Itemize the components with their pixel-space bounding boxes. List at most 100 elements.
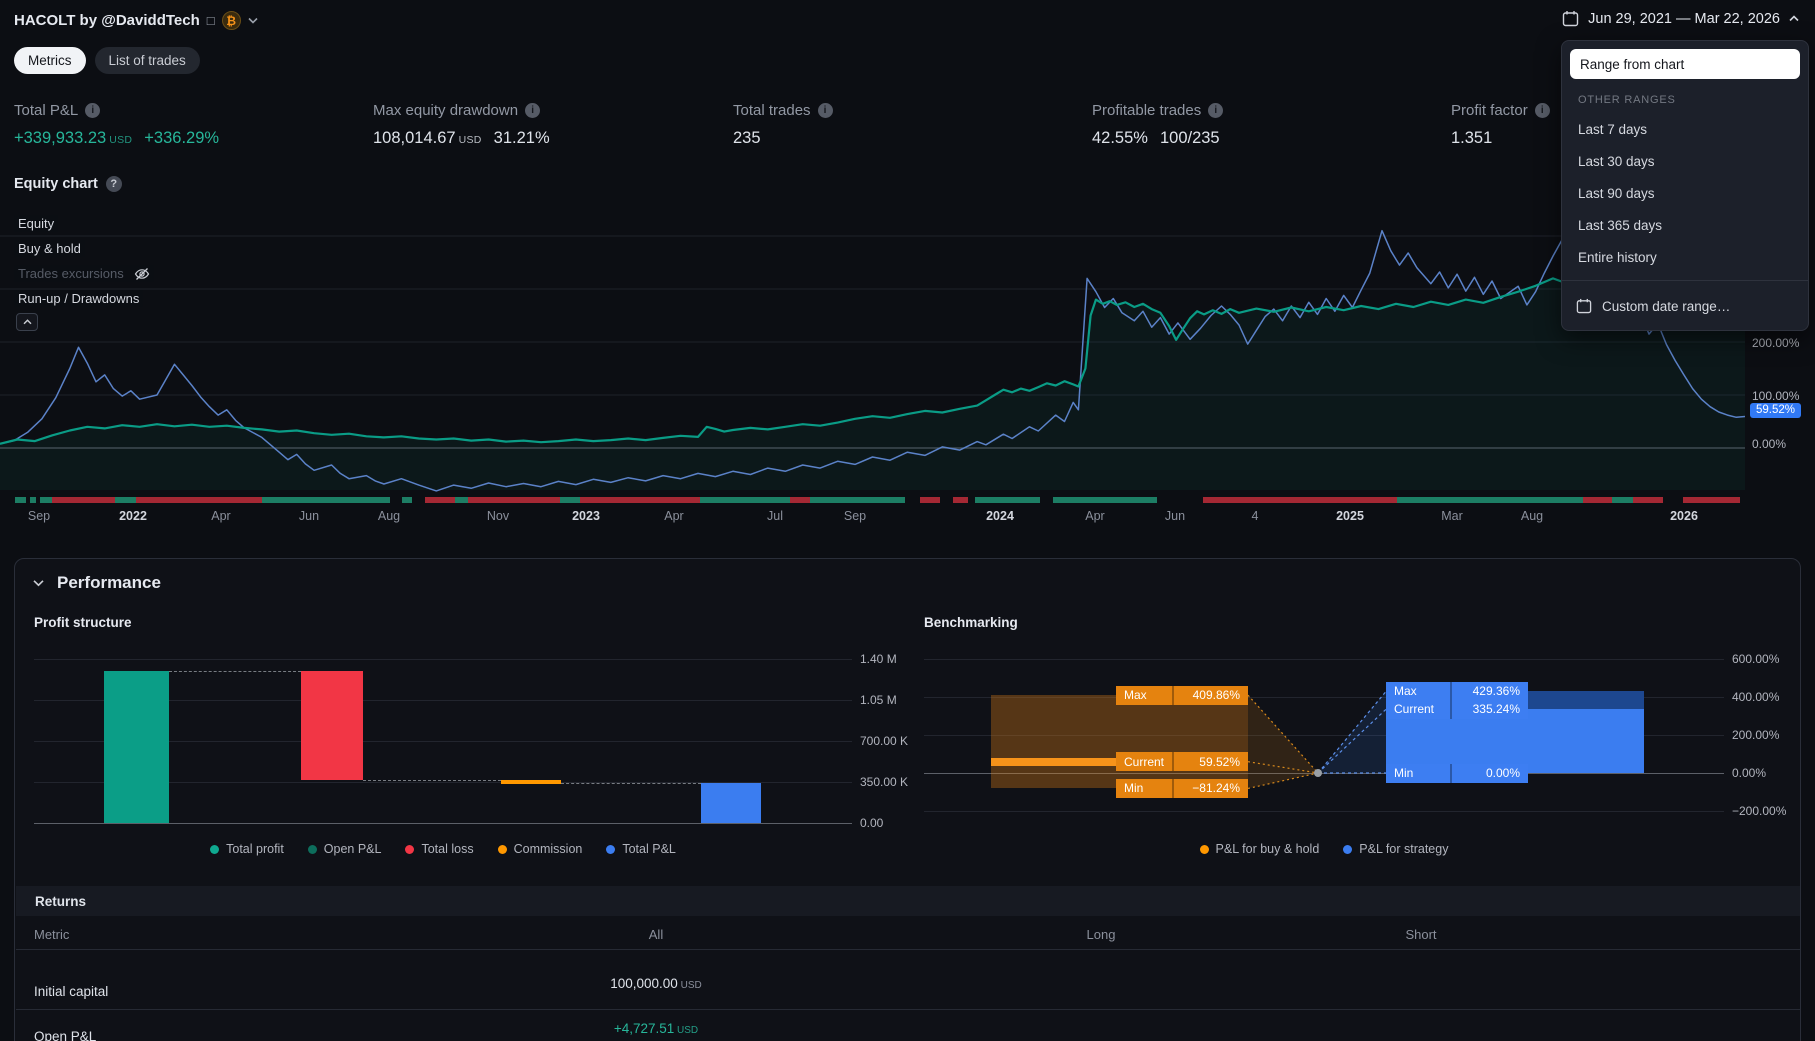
metric-total-p-l: Total P&Li+339,933.23USD+336.29%: [14, 102, 219, 148]
metric-label: Profit factori: [1451, 102, 1550, 119]
losing-trades-segment: [580, 497, 700, 503]
metric-value: 1.351: [1451, 129, 1550, 148]
x-axis-tick: Apr: [191, 509, 251, 523]
x-axis-tick: Apr: [644, 509, 704, 523]
equity-legend-trades-excursions[interactable]: Trades excursions: [14, 265, 154, 282]
collapse-chart-button[interactable]: [16, 313, 38, 331]
legend-item-total-p-l[interactable]: Total P&L: [606, 842, 676, 856]
x-axis-tick: Aug: [359, 509, 419, 523]
y-axis-label: 200.00%: [1752, 336, 1799, 350]
performance-panel: Performance Profit structure Benchmarkin…: [14, 558, 1801, 1041]
losing-trades-segment: [1683, 497, 1740, 503]
winning-trades-segment: [560, 497, 580, 503]
y-axis-label: 400.00%: [1732, 690, 1779, 704]
info-icon[interactable]: i: [525, 103, 540, 118]
row-value-all: 100,000.00 USD: [456, 976, 856, 991]
buy-hold-min-badge: Min−81.24%: [1116, 779, 1248, 798]
missing-glyph: □: [207, 13, 215, 28]
tab-list-of-trades[interactable]: List of trades: [95, 47, 200, 74]
winning-trades-segment: [40, 497, 52, 503]
equity-legend-run-up-drawdowns[interactable]: Run-up / Drawdowns: [14, 290, 143, 307]
losing-trades-segment: [1203, 497, 1397, 503]
divider: [16, 1009, 1800, 1010]
menu-item-range-from-chart[interactable]: Range from chart: [1570, 49, 1800, 79]
waterfall-connector: [169, 671, 301, 672]
performance-header[interactable]: Performance: [33, 573, 161, 593]
legend-item-total-profit[interactable]: Total profit: [210, 842, 284, 856]
waterfall-connector: [363, 780, 501, 781]
metric-profitable-trades: Profitable tradesi 42.55%100/235: [1092, 102, 1223, 148]
losing-trades-segment: [920, 497, 940, 503]
chevron-up-icon: [23, 319, 32, 325]
menu-item-last-7-days[interactable]: Last 7 days: [1562, 113, 1808, 145]
menu-item-custom-date-range[interactable]: Custom date range…: [1562, 288, 1808, 324]
winning-trades-segment: [402, 497, 412, 503]
range-options: Last 7 daysLast 30 daysLast 90 daysLast …: [1562, 113, 1808, 273]
metric-value: +339,933.23USD+336.29%: [14, 129, 219, 148]
info-icon[interactable]: i: [818, 103, 833, 118]
tab-metrics[interactable]: Metrics: [14, 47, 86, 74]
date-range-text: Jun 29, 2021 — Mar 22, 2026: [1588, 11, 1780, 27]
bar-commission[interactable]: [501, 780, 561, 784]
metric-label: Profitable tradesi: [1092, 102, 1223, 119]
y-axis-label: 1.05 M: [860, 693, 897, 707]
menu-item-last-90-days[interactable]: Last 90 days: [1562, 177, 1808, 209]
gridline: [34, 659, 852, 660]
buy-hold-range-box[interactable]: [991, 695, 1248, 788]
column-header-all: All: [456, 927, 856, 942]
strategy-min-badge: Min0.00%: [1386, 764, 1528, 783]
bar-total-profit[interactable]: [104, 671, 169, 823]
winning-trades-segment: [1612, 497, 1633, 503]
legend-item-open-p-l[interactable]: Open P&L: [308, 842, 382, 856]
strategy-title: HACOLT by @DaviddTech: [14, 12, 200, 29]
y-axis-label: 200.00%: [1732, 728, 1779, 742]
chevron-down-icon: [33, 579, 44, 587]
y-axis-label: 350.00 K: [860, 775, 908, 789]
strategy-current-badge: Current335.24%: [1386, 700, 1528, 719]
losing-trades-segment: [136, 497, 262, 503]
chevron-up-icon: [1789, 15, 1799, 22]
metric-max-equity-drawdown: Max equity drawdowni108,014.67USD31.21%: [373, 102, 550, 148]
x-axis-tick: 2025: [1320, 509, 1380, 523]
menu-item-last-30-days[interactable]: Last 30 days: [1562, 145, 1808, 177]
legend-item-p-l-for-buy-hold[interactable]: P&L for buy & hold: [1200, 842, 1320, 856]
strategy-title-group[interactable]: HACOLT by @DaviddTech □ ₿: [14, 11, 258, 30]
x-axis-tick: Jun: [1145, 509, 1205, 523]
buy-hold-current-badge: Current59.52%: [1116, 752, 1248, 771]
info-icon[interactable]: i: [1208, 103, 1223, 118]
x-axis-tick: 2026: [1654, 509, 1714, 523]
info-icon[interactable]: i: [85, 103, 100, 118]
x-axis-tick: Sep: [9, 509, 69, 523]
winning-trades-segment: [262, 497, 390, 503]
bar-total-loss[interactable]: [301, 671, 363, 780]
y-axis-label: 0.00%: [1752, 437, 1786, 451]
benchmarking-legend: P&L for buy & hold P&L for strategy: [924, 842, 1724, 856]
metric-value: 42.55%100/235: [1092, 129, 1223, 148]
x-axis-tick: 2022: [103, 509, 163, 523]
legend-item-total-loss[interactable]: Total loss: [405, 842, 473, 856]
losing-trades-segment: [52, 497, 115, 503]
strategy-tester-page: HACOLT by @DaviddTech □ ₿ Jun 29, 2021 —…: [0, 0, 1815, 1041]
row-value-all: +4,727.51 USD: [456, 1021, 856, 1036]
metric-value: 235: [733, 129, 833, 148]
y-axis-label: 0.00%: [1732, 766, 1766, 780]
legend-item-p-l-for-strategy[interactable]: P&L for strategy: [1343, 842, 1448, 856]
legend-dot: [405, 845, 414, 854]
winning-trades-segment: [1397, 497, 1583, 503]
info-icon[interactable]: i: [1535, 103, 1550, 118]
losing-trades-segment: [790, 497, 810, 503]
row-metric-label: Open P&L: [34, 1029, 96, 1041]
x-axis-tick: Aug: [1502, 509, 1562, 523]
equity-legend-equity[interactable]: Equity: [14, 215, 58, 232]
legend-item-commission[interactable]: Commission: [498, 842, 583, 856]
bar-total-p-l[interactable]: [701, 783, 761, 823]
current-value-badge: 59.52%: [1750, 403, 1801, 418]
equity-legend-buy-hold[interactable]: Buy & hold: [14, 240, 85, 257]
eye-off-icon[interactable]: [134, 267, 150, 281]
y-axis-label: 100.00%: [1752, 389, 1799, 403]
profit-structure-title: Profit structure: [34, 615, 132, 630]
menu-item-last-365-days[interactable]: Last 365 days: [1562, 209, 1808, 241]
menu-item-entire-history[interactable]: Entire history: [1562, 241, 1808, 273]
equity-chart-plot[interactable]: [0, 188, 1745, 503]
date-range-control[interactable]: Jun 29, 2021 — Mar 22, 2026: [1562, 10, 1799, 27]
